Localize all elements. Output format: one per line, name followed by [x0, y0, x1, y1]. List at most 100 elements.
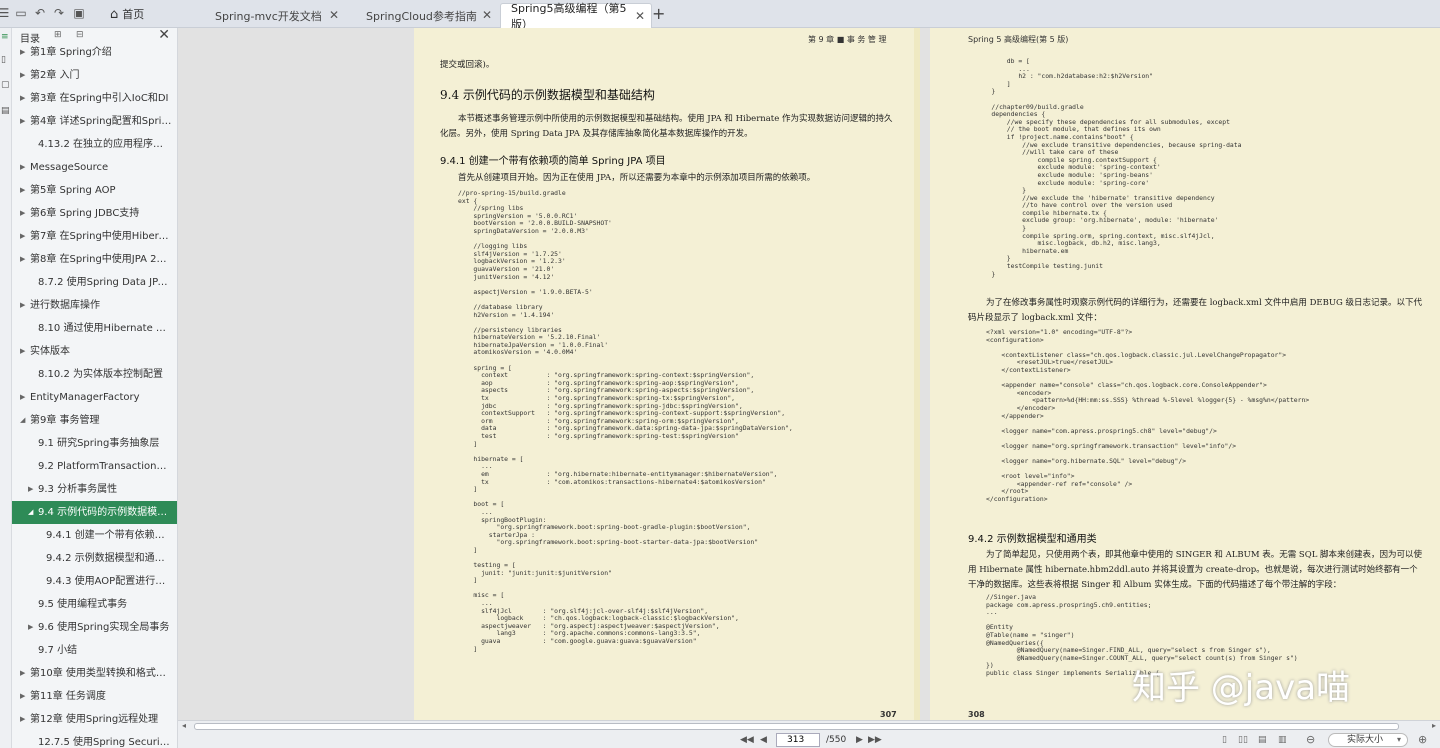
- page-number-input[interactable]: [776, 733, 820, 747]
- toc-item[interactable]: 8.10.2 为实体版本控制配置: [12, 363, 177, 386]
- toc-item[interactable]: ▶ 9.3 分析事务属性: [12, 478, 177, 501]
- toc-item[interactable]: ▶ 9.6 使用Spring实现全局事务: [12, 616, 177, 639]
- toc-item-label: 8.7.2 使用Spring Data JPA Re...: [38, 277, 172, 288]
- close-icon[interactable]: ✕: [482, 8, 492, 22]
- toc-item-label: 9.5 使用编程式事务: [38, 599, 128, 610]
- collapse-all-icon[interactable]: ⊟: [76, 30, 84, 40]
- toc-item[interactable]: ▶ 第2章 入门: [12, 64, 177, 87]
- toc-item-label: 第7章 在Spring中使用Hibernate: [30, 231, 172, 242]
- toc-item[interactable]: 12.7.5 使用Spring Security来...: [12, 731, 177, 748]
- next-page-icon[interactable]: ▶: [856, 735, 863, 745]
- chevron-right-icon[interactable]: ▶: [20, 662, 25, 685]
- toc-item[interactable]: ▶ 第1章 Spring介绍: [12, 41, 177, 64]
- chevron-right-icon[interactable]: ▶: [20, 87, 25, 110]
- toc-item[interactable]: ▶ 第5章 Spring AOP: [12, 179, 177, 202]
- zoom-out-icon[interactable]: ⊖: [1306, 733, 1315, 746]
- toc-item[interactable]: 8.7.2 使用Spring Data JPA Re...: [12, 271, 177, 294]
- toc-item-label: 第12章 使用Spring远程处理: [30, 714, 159, 725]
- zoom-select[interactable]: 实际大小 ▾: [1328, 733, 1408, 747]
- toc-item[interactable]: ▶ 进行数据库操作: [12, 294, 177, 317]
- chevron-down-icon[interactable]: ◢: [20, 409, 25, 432]
- chevron-right-icon[interactable]: ▶: [20, 202, 25, 225]
- chevron-right-icon[interactable]: ▶: [28, 616, 33, 639]
- first-page-icon[interactable]: ◀◀: [740, 735, 754, 745]
- scroll-right-icon[interactable]: ▸: [1432, 721, 1436, 730]
- single-page-icon[interactable]: ▯: [1222, 735, 1227, 745]
- toc-item[interactable]: 9.1 研究Spring事务抽象层: [12, 432, 177, 455]
- thumbnail-icon[interactable]: ▯: [1, 55, 11, 65]
- tab-spring5[interactable]: Spring5高级编程（第5版） ✕: [500, 2, 652, 31]
- toc-item[interactable]: 9.4.1 创建一个带有依赖项的...: [12, 524, 177, 547]
- chevron-down-icon[interactable]: ◢: [28, 501, 33, 524]
- undo-icon[interactable]: ↶: [33, 6, 47, 20]
- home-tab[interactable]: ⌂ 首页: [110, 4, 144, 24]
- toc-item[interactable]: ▶ 第8章 在Spring中使用JPA 2进...: [12, 248, 177, 271]
- toc-item[interactable]: ▶ 第4章 详述Spring配置和Spring...: [12, 110, 177, 133]
- save-icon[interactable]: ▣: [72, 6, 86, 20]
- chevron-right-icon[interactable]: ▶: [20, 340, 25, 363]
- scroll-left-icon[interactable]: ◂: [182, 721, 186, 730]
- chevron-right-icon[interactable]: ▶: [20, 110, 25, 133]
- chevron-right-icon[interactable]: ▶: [20, 294, 25, 317]
- toc-item[interactable]: ▶ 第11章 任务调度: [12, 685, 177, 708]
- toc-item[interactable]: 9.2 PlatformTransactionMa...: [12, 455, 177, 478]
- chevron-right-icon[interactable]: ▶: [20, 225, 25, 248]
- last-page-icon[interactable]: ▶▶: [868, 735, 882, 745]
- new-tab-button[interactable]: +: [652, 4, 665, 23]
- zoom-in-icon[interactable]: ⊕: [1418, 733, 1427, 746]
- chevron-right-icon[interactable]: ▶: [20, 248, 25, 271]
- chevron-right-icon[interactable]: ▶: [20, 41, 25, 64]
- page-right: Spring 5 高级编程(第 5 版) db = [ ... h2 : "co…: [930, 28, 1440, 720]
- toc-item[interactable]: 4.13.2 在独立的应用程序中使用: [12, 133, 177, 156]
- chevron-right-icon[interactable]: ▶: [20, 685, 25, 708]
- toc-item[interactable]: ▶ 第6章 Spring JDBC支持: [12, 202, 177, 225]
- tab-spring-mvc[interactable]: Spring-mvc开发文档 ✕: [205, 3, 345, 28]
- annotation-icon[interactable]: ▤: [1, 106, 11, 116]
- subsection-heading: 9.4.1 创建一个带有依赖项的简单 Spring JPA 项目: [440, 156, 666, 167]
- toc-item-label: 第3章 在Spring中引入IoC和DI: [30, 93, 169, 104]
- horizontal-scrollbar[interactable]: ◂ ▸: [178, 720, 1440, 732]
- close-icon[interactable]: ✕: [329, 8, 339, 22]
- redo-icon[interactable]: ↷: [52, 6, 66, 20]
- page-header: 第 9 章 ■ 事 务 管 理: [808, 35, 887, 44]
- document-viewer[interactable]: 第 9 章 ■ 事 务 管 理 提交或回滚)。 9.4 示例代码的示例数据模型和…: [178, 28, 1440, 720]
- toc-item[interactable]: ▶ 第12章 使用Spring远程处理: [12, 708, 177, 731]
- toc-item[interactable]: 9.5 使用编程式事务: [12, 593, 177, 616]
- toc-item-label: 4.13.2 在独立的应用程序中使用: [38, 139, 172, 150]
- toc-item[interactable]: ▶ 第10章 使用类型转换和格式化...: [12, 662, 177, 685]
- continuous-icon[interactable]: ▤: [1258, 735, 1267, 745]
- toc-item[interactable]: ◢ 第9章 事务管理: [12, 409, 177, 432]
- toc-item[interactable]: ▶ 实体版本: [12, 340, 177, 363]
- close-icon[interactable]: ✕: [635, 9, 645, 23]
- section-paragraph: 本节概述事务管理示例中所使用的示例数据模型和基础结构。使用 JPA 和 Hibe…: [440, 114, 893, 139]
- chevron-right-icon[interactable]: ▶: [28, 478, 33, 501]
- bookmark-icon[interactable]: ▢: [1, 80, 11, 90]
- toc-item[interactable]: ▶ 第3章 在Spring中引入IoC和DI: [12, 87, 177, 110]
- toc-item[interactable]: ▶ MessageSource: [12, 156, 177, 179]
- open-folder-icon[interactable]: ▭: [14, 6, 28, 20]
- tab-springcloud[interactable]: SpringCloud参考指南 ✕: [356, 3, 498, 28]
- menu-icon[interactable]: ☰: [0, 6, 11, 20]
- subsection-paragraph: 首先从创建项目开始。因为正在使用 JPA，所以还需要为本章中的示例添加项目所需的…: [458, 173, 816, 183]
- toc-item[interactable]: 9.4.3 使用AOP配置进行事务...: [12, 570, 177, 593]
- prev-page-icon[interactable]: ◀: [760, 735, 767, 745]
- outline-icon[interactable]: ≡: [1, 32, 11, 42]
- toc-item-label: 9.4 示例代码的示例数据模型...: [38, 507, 172, 518]
- chevron-right-icon[interactable]: ▶: [20, 64, 25, 87]
- toc-item[interactable]: ◢ 9.4 示例代码的示例数据模型...: [12, 501, 177, 524]
- toc-item[interactable]: ▶ 第7章 在Spring中使用Hibernate: [12, 225, 177, 248]
- toc-item[interactable]: 8.10 通过使用Hibernate Enver...: [12, 317, 177, 340]
- toc-item[interactable]: ▶ EntityManagerFactory: [12, 386, 177, 409]
- chevron-right-icon[interactable]: ▶: [20, 386, 25, 409]
- expand-all-icon[interactable]: ⊞: [54, 30, 62, 40]
- chevron-right-icon[interactable]: ▶: [20, 156, 25, 179]
- toc-item[interactable]: 9.4.2 示例数据模型和通用类: [12, 547, 177, 570]
- toc-item[interactable]: 9.7 小结: [12, 639, 177, 662]
- chevron-right-icon[interactable]: ▶: [20, 179, 25, 202]
- chevron-right-icon[interactable]: ▶: [20, 708, 25, 731]
- toc-item-label: 实体版本: [30, 346, 70, 357]
- toc-item-label: 进行数据库操作: [30, 300, 100, 311]
- scroll-thumb[interactable]: [194, 723, 1399, 730]
- double-page-icon[interactable]: ▯▯: [1238, 735, 1248, 745]
- book-mode-icon[interactable]: ▥: [1278, 735, 1287, 745]
